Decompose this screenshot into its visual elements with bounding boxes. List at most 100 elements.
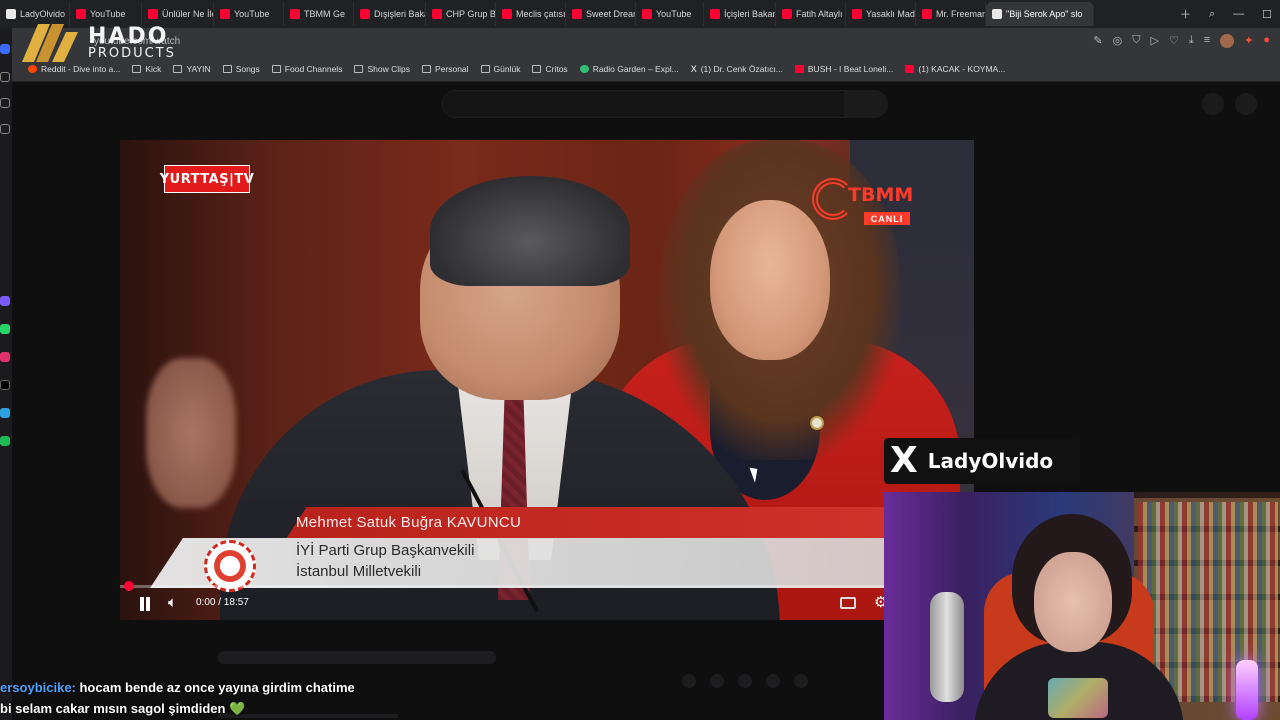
action-placeholder xyxy=(738,674,752,688)
sidebar-bookmark-icon[interactable] xyxy=(0,72,10,82)
browser-tab[interactable]: Yasaklı Madd xyxy=(846,2,916,26)
toolbar-icons: ✎ ◎ ⛉ ▷ ♡ ⤓ ≡ ✦ ● xyxy=(1093,34,1270,48)
menu-icon[interactable]: ≡ xyxy=(1204,34,1210,48)
play-icon[interactable]: ▷ xyxy=(1150,34,1158,48)
bookmark-item[interactable]: Songs xyxy=(222,63,260,74)
youtube-icon xyxy=(905,64,915,73)
profile-avatar[interactable] xyxy=(1220,34,1235,48)
browser-tab[interactable]: Dışişleri Bakan xyxy=(354,2,426,26)
tab-label: TBMM Ge xyxy=(304,9,346,19)
tab-label: Yasaklı Madd xyxy=(866,9,916,19)
folder-icon xyxy=(421,64,431,73)
heart-icon[interactable]: ♡ xyxy=(1169,34,1179,48)
youtube-icon xyxy=(794,64,804,73)
tab-label: YouTube xyxy=(234,9,270,19)
shield-icon[interactable]: ⛉ xyxy=(1132,34,1140,48)
streamer-face xyxy=(1034,552,1112,652)
live-badge: CANLI xyxy=(864,212,910,225)
bookmark-item[interactable]: Show Clips xyxy=(354,64,410,74)
bookmark-label: YAYIN xyxy=(186,63,211,74)
sidebar-history-icon[interactable] xyxy=(0,98,10,108)
action-placeholder xyxy=(794,674,808,688)
hado-products-logo: HADO PRODUCTS xyxy=(18,22,188,68)
bookmark-item[interactable]: Personal xyxy=(421,64,469,74)
scrubber-handle[interactable] xyxy=(124,581,134,591)
browser-tab[interactable]: "Biji Serok Apo" slo xyxy=(986,2,1094,26)
sidebar-x-icon[interactable] xyxy=(0,380,10,390)
new-tab-icon[interactable]: ＋ xyxy=(1180,6,1191,22)
bookmark-item[interactable]: BUSH - I Beat Loneli... xyxy=(794,64,893,74)
sidebar-notes-icon[interactable] xyxy=(0,124,10,134)
sidebar-app-icon[interactable] xyxy=(0,44,10,54)
gesturing-hand xyxy=(146,358,236,508)
browser-tab[interactable]: Fatih Altaylı 2 xyxy=(776,2,846,26)
address-bar: youtube.com/watch ✎ ◎ ⛉ ▷ ♡ ⤓ ≡ ✦ ● xyxy=(0,28,1280,56)
youtube-icon xyxy=(432,9,442,19)
folder-icon xyxy=(222,64,232,73)
browser-tab[interactable]: İçişleri Bakan xyxy=(704,2,776,26)
youtube-icon xyxy=(782,9,792,19)
camera-icon[interactable]: ◎ xyxy=(1113,34,1123,48)
sidebar-spotify-icon[interactable] xyxy=(0,436,10,446)
bookmark-label: Songs xyxy=(235,63,260,74)
edit-icon[interactable]: ✎ xyxy=(1093,34,1102,48)
folder-icon xyxy=(480,64,490,73)
x-logo-icon: X xyxy=(890,440,918,481)
youtube-icon xyxy=(76,9,86,19)
bookmark-item[interactable]: Critos xyxy=(532,64,568,74)
account-avatar[interactable] xyxy=(1235,93,1257,115)
bookmark-item[interactable]: Radio Garden – Expl... xyxy=(579,63,679,74)
search-icon[interactable]: ⌕ xyxy=(1209,8,1215,21)
progress-bar[interactable] xyxy=(120,585,974,588)
browser-tab[interactable]: Mr. Freeman xyxy=(916,2,986,26)
minimize-icon[interactable]: — xyxy=(1233,8,1244,20)
bookmark-label: Show Clips xyxy=(367,63,410,74)
notification-icon[interactable] xyxy=(1202,93,1224,115)
youtube-icon xyxy=(572,9,582,19)
sidebar-whatsapp-icon[interactable] xyxy=(0,324,10,334)
speaker-hair xyxy=(430,176,630,286)
bookmark-label: Günlük xyxy=(493,63,521,74)
captions-button[interactable] xyxy=(840,597,856,609)
bookmark-label: Food Channels xyxy=(284,63,343,74)
chat-message: ersoybicike: hocam bende az once yayına … xyxy=(0,680,355,695)
sidebar-instagram-icon[interactable] xyxy=(0,352,10,362)
bookmarks-bar: Reddit - Dive into a... Kick YAYIN Songs Foo… xyxy=(0,56,1280,82)
pause-button[interactable] xyxy=(138,597,152,611)
browser-tab[interactable]: YouTube xyxy=(636,2,704,26)
tab-label: LadyOlvido xyxy=(20,9,66,19)
browser-tab[interactable]: TBMM Ge xyxy=(284,2,354,26)
volume-icon[interactable]: 🔈︎ xyxy=(168,594,177,611)
bookmark-label: Radio Garden – Expl... xyxy=(592,63,679,74)
bookmark-item[interactable]: (1) KACAK - KOYMA... xyxy=(905,64,1005,74)
tab-label: Meclis çatısı a xyxy=(516,9,566,19)
tab-label: Sweet Dream xyxy=(586,9,636,19)
bookmark-item[interactable]: X (1) Dr. Cenk Özatıcı... xyxy=(691,64,783,74)
sidebar-messenger-icon[interactable] xyxy=(0,296,10,306)
maximize-icon[interactable]: ☐ xyxy=(1262,8,1272,21)
action-placeholder xyxy=(766,674,780,688)
chat-message: bi selam cakar mısın sagol şimdiden 💚 xyxy=(0,701,245,717)
record-icon[interactable]: ● xyxy=(1263,34,1270,48)
video-player[interactable]: YURTTAŞ|TV TBMM CANLI Mehmet Satuk Buğra… xyxy=(120,140,974,620)
speaker-role: İYİ Parti Grup Başkanvekili xyxy=(296,542,475,559)
tab-label: İçişleri Bakan xyxy=(724,9,776,19)
tab-label: Fatih Altaylı 2 xyxy=(796,9,846,19)
browser-tab[interactable]: CHP Grup Baş xyxy=(426,2,496,26)
x-icon: X xyxy=(690,63,697,74)
radio-garden-icon xyxy=(579,64,589,73)
tab-label: Dışişleri Bakan xyxy=(374,9,425,19)
download-icon[interactable]: ⤓ xyxy=(1189,34,1194,48)
webcam-feed xyxy=(884,492,1280,720)
bookmark-item[interactable]: Günlük xyxy=(480,63,521,74)
extension-icon[interactable]: ✦ xyxy=(1244,34,1253,48)
browser-tab[interactable]: Meclis çatısı a xyxy=(496,2,566,26)
sidebar-telegram-icon[interactable] xyxy=(0,408,10,418)
youtube-icon xyxy=(852,9,862,19)
browser-tab[interactable]: Sweet Dream xyxy=(566,2,636,26)
youtube-search-button[interactable] xyxy=(844,90,888,118)
action-placeholder xyxy=(682,674,696,688)
bookmark-item[interactable]: Food Channels xyxy=(271,63,343,74)
youtube-search-input[interactable] xyxy=(442,90,888,118)
browser-tab[interactable]: YouTube xyxy=(214,2,284,26)
